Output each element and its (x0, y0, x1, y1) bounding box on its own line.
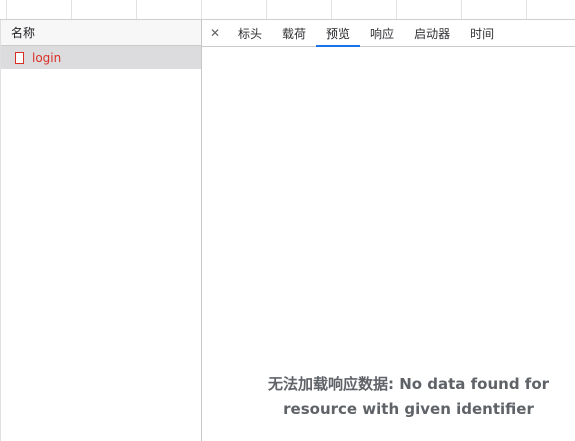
timeline-gridline (266, 0, 267, 19)
tab-preview-label: 预览 (326, 26, 351, 41)
tab-headers-label: 标头 (238, 26, 263, 41)
tab-preview[interactable]: 预览 (316, 20, 361, 47)
preview-error-line-2: resource with given identifier (283, 400, 534, 418)
tab-headers[interactable]: 标头 (228, 20, 272, 46)
request-name: login (32, 50, 62, 65)
preview-error-message: 无法加载响应数据: No data found for resource wit… (242, 372, 575, 422)
tab-payload-label: 载荷 (282, 26, 307, 41)
devtools-network-panel: 名称 login ✕ 标头 载荷 预览 响应 启动器 时间 无法加载响应数据: … (0, 0, 575, 441)
timeline-gridline (71, 0, 72, 19)
request-detail-panel: ✕ 标头 载荷 预览 响应 启动器 时间 无法加载响应数据: No data f… (202, 20, 575, 441)
timeline-gridline (526, 0, 527, 19)
document-icon (15, 51, 24, 64)
timeline-gridline (136, 0, 137, 19)
detail-tab-bar: ✕ 标头 载荷 预览 响应 启动器 时间 (202, 20, 575, 47)
timeline-gridline (461, 0, 462, 19)
timeline-gridline (331, 0, 332, 19)
requests-list-panel: 名称 login (0, 20, 202, 441)
name-column-header[interactable]: 名称 (1, 20, 201, 46)
timeline-gridline (396, 0, 397, 19)
tab-response[interactable]: 响应 (360, 20, 404, 46)
tab-timing-label: 时间 (470, 26, 495, 41)
close-icon[interactable]: ✕ (202, 20, 228, 46)
network-timeline-strip[interactable] (0, 0, 575, 20)
tab-response-label: 响应 (370, 26, 395, 41)
tab-payload[interactable]: 载荷 (272, 20, 316, 46)
tab-timing[interactable]: 时间 (460, 20, 504, 46)
timeline-gridline (201, 0, 202, 19)
request-row-login[interactable]: login (1, 46, 201, 69)
timeline-gridline (6, 0, 7, 19)
tab-initiator[interactable]: 启动器 (404, 20, 460, 46)
preview-error-line-1: 无法加载响应数据: No data found for (267, 375, 550, 393)
name-column-header-label: 名称 (11, 26, 36, 40)
tab-initiator-label: 启动器 (414, 26, 451, 41)
